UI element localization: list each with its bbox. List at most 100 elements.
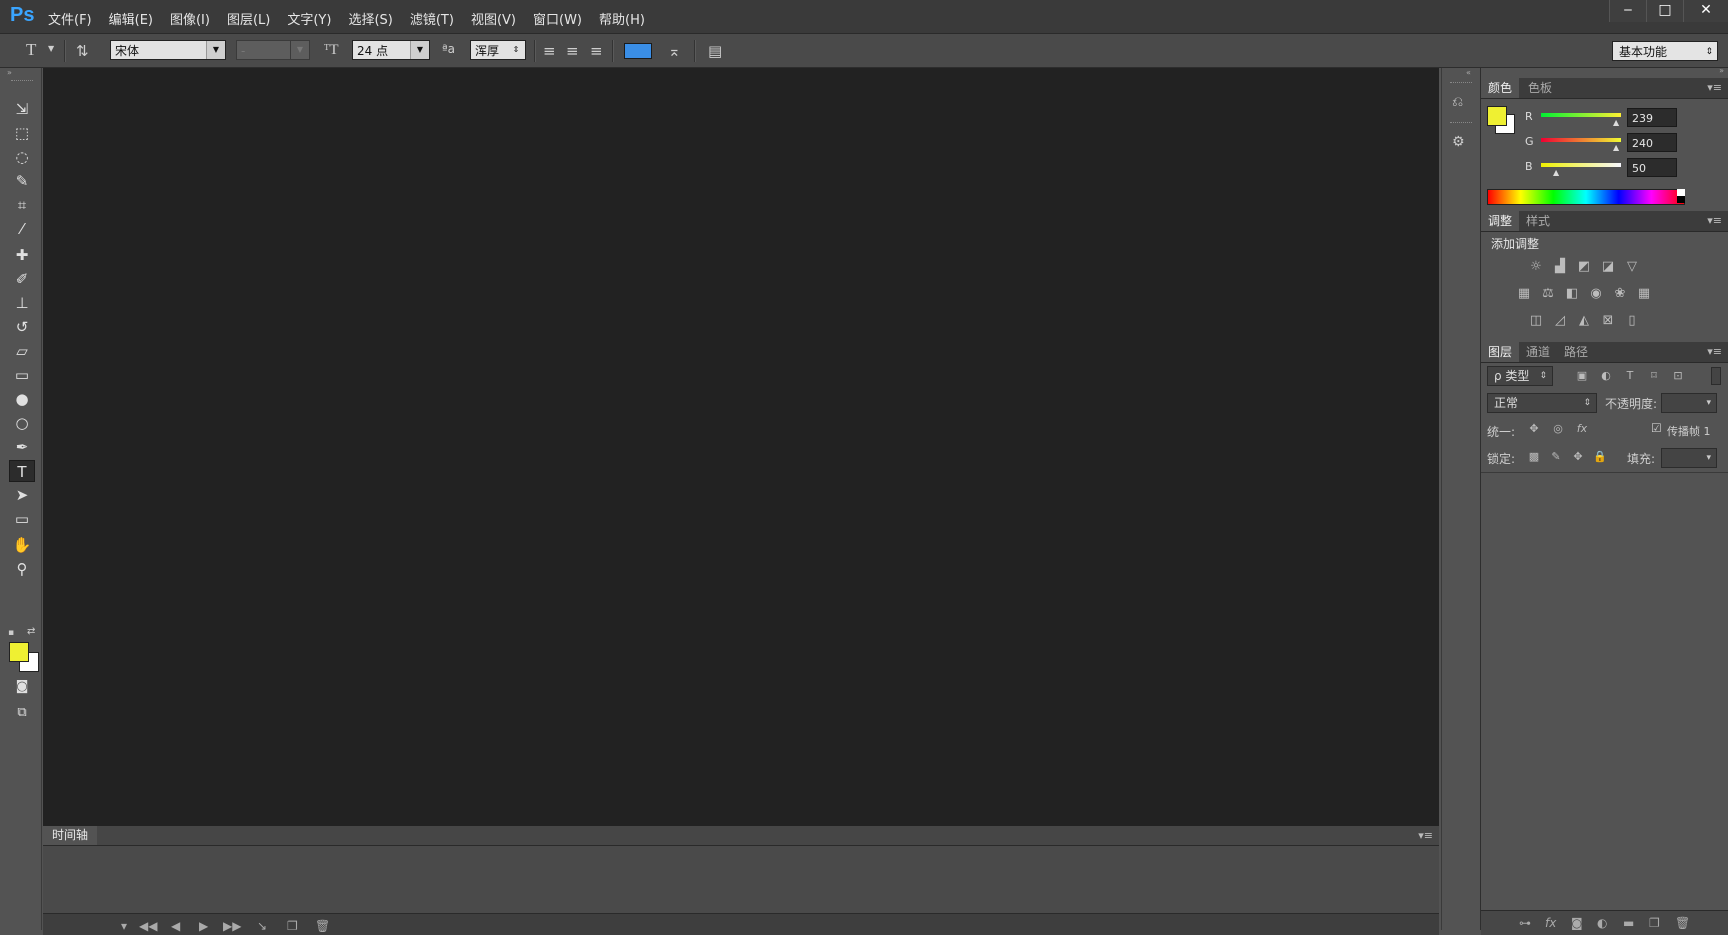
font-size-select[interactable]: 24 点 ▼ — [352, 40, 430, 60]
filter-toggle[interactable] — [1711, 367, 1721, 385]
lock-position-icon[interactable]: ✥ — [1569, 448, 1587, 466]
expand-toolbox-icon[interactable]: » — [7, 68, 12, 77]
align-left-icon[interactable]: ≡ — [543, 42, 556, 60]
propagate-checkbox[interactable]: ☑ — [1651, 421, 1662, 435]
tab-color[interactable]: 颜色 — [1481, 78, 1520, 98]
move-tool-icon[interactable]: ⇲ — [9, 98, 35, 120]
channel-mixer-icon[interactable]: ❀ — [1611, 285, 1629, 303]
lock-transparent-icon[interactable]: ▩ — [1525, 448, 1543, 466]
tab-adjustments[interactable]: 调整 — [1481, 211, 1520, 231]
layer-style-icon[interactable]: fx — [1545, 916, 1556, 930]
quick-mask-icon[interactable]: ◙ — [9, 676, 35, 698]
type-tool-preset-icon[interactable]: T — [26, 40, 36, 60]
gradient-tool-icon[interactable]: ▭ — [9, 364, 35, 386]
path-select-tool-icon[interactable]: ➤ — [9, 484, 35, 506]
blue-value[interactable]: 50 — [1627, 158, 1677, 177]
properties-panel-icon[interactable]: ⚙ — [1452, 134, 1465, 150]
menu-view[interactable]: 视图(V) — [471, 9, 516, 28]
screen-mode-icon[interactable]: ⧉ — [9, 702, 35, 724]
pen-tool-icon[interactable]: ✒ — [9, 436, 35, 458]
dodge-tool-icon[interactable]: ○ — [9, 412, 35, 434]
menu-edit[interactable]: 编辑(E) — [109, 9, 153, 28]
healing-brush-tool-icon[interactable]: ✚ — [9, 244, 35, 266]
slider-handle[interactable]: ▲ — [1613, 118, 1619, 127]
chevron-down-icon[interactable]: ▼ — [48, 44, 54, 53]
link-layers-icon[interactable]: ⊶ — [1519, 916, 1531, 930]
blur-tool-icon[interactable]: ● — [9, 388, 35, 410]
tween-icon[interactable]: ↘ — [257, 919, 267, 933]
filter-shape-icon[interactable]: ⌑ — [1645, 367, 1663, 385]
add-mask-icon[interactable]: ◙ — [1571, 916, 1583, 930]
zoom-tool-icon[interactable]: ⚲ — [9, 558, 35, 580]
unify-visibility-icon[interactable]: ◎ — [1549, 420, 1567, 438]
tab-styles[interactable]: 样式 — [1519, 211, 1557, 231]
character-panel-icon[interactable]: ▤ — [708, 42, 722, 60]
menu-file[interactable]: 文件(F) — [48, 9, 92, 28]
layer-filter-kind-select[interactable]: ρ 类型 ⇕ — [1487, 366, 1553, 386]
prev-frame-icon[interactable]: ◀ — [171, 919, 180, 933]
green-slider[interactable] — [1541, 138, 1621, 142]
stamp-tool-icon[interactable]: ⊥ — [9, 292, 35, 314]
panel-menu-icon[interactable]: ▾≡ — [1707, 214, 1722, 227]
gradient-map-icon[interactable]: ⊠ — [1599, 312, 1617, 330]
slider-handle[interactable]: ▲ — [1613, 143, 1619, 152]
threshold-icon[interactable]: ◭ — [1575, 312, 1593, 330]
tab-paths[interactable]: 路径 — [1557, 342, 1595, 362]
foreground-color-swatch[interactable] — [9, 642, 29, 662]
marquee-tool-icon[interactable]: ⬚ — [9, 122, 35, 144]
lock-image-icon[interactable]: ✎ — [1547, 448, 1565, 466]
color-lookup-icon[interactable]: ▦ — [1635, 285, 1653, 303]
tab-swatches[interactable]: 色板 — [1521, 78, 1559, 98]
text-color-swatch[interactable] — [624, 43, 652, 59]
green-value[interactable]: 240 — [1627, 133, 1677, 152]
panel-menu-icon[interactable]: ▾≡ — [1418, 829, 1433, 842]
eyedropper-tool-icon[interactable]: ⁄ — [9, 218, 35, 240]
black-white-icon[interactable]: ◧ — [1563, 285, 1581, 303]
layers-list[interactable] — [1481, 472, 1728, 911]
menu-help[interactable]: 帮助(H) — [599, 9, 645, 28]
delete-layer-icon[interactable]: 🗑 — [1675, 916, 1690, 930]
collapse-dock-icon[interactable]: « — [1466, 68, 1471, 77]
minimize-button[interactable]: ‒ — [1609, 0, 1646, 22]
filter-smart-object-icon[interactable]: ⊡ — [1669, 367, 1687, 385]
filter-type-icon[interactable]: T — [1621, 367, 1639, 385]
workspace-select[interactable]: 基本功能 ⇕ — [1612, 41, 1718, 61]
fill-input[interactable]: ▾ — [1661, 448, 1717, 468]
exposure-icon[interactable]: ◪ — [1599, 258, 1617, 276]
black-white-ramp[interactable] — [1677, 189, 1685, 203]
menu-type[interactable]: 文字(Y) — [287, 9, 331, 28]
default-colors-icon[interactable]: ▪ — [8, 628, 14, 638]
quick-select-tool-icon[interactable]: ✎ — [9, 170, 35, 192]
antialias-select[interactable]: 浑厚 ⇕ — [470, 40, 526, 60]
eraser-tool-icon[interactable]: ▱ — [9, 340, 35, 362]
panel-menu-icon[interactable]: ▾≡ — [1707, 81, 1722, 94]
filter-pixel-icon[interactable]: ▣ — [1573, 367, 1591, 385]
tab-layers[interactable]: 图层 — [1481, 342, 1520, 362]
red-slider[interactable] — [1541, 113, 1621, 117]
invert-icon[interactable]: ◫ — [1527, 312, 1545, 330]
lock-all-icon[interactable]: 🔒 — [1591, 448, 1609, 466]
curves-icon[interactable]: ◩ — [1575, 258, 1593, 276]
hand-tool-icon[interactable]: ✋ — [9, 534, 35, 556]
chevron-down-icon[interactable]: ▾ — [121, 919, 127, 933]
align-center-icon[interactable]: ≡ — [566, 42, 579, 60]
selective-color-icon[interactable]: ▯ — [1623, 312, 1641, 330]
blue-slider[interactable] — [1541, 163, 1621, 167]
shape-tool-icon[interactable]: ▭ — [9, 508, 35, 530]
menu-layer[interactable]: 图层(L) — [227, 9, 270, 28]
menu-image[interactable]: 图像(I) — [170, 9, 210, 28]
duplicate-frame-icon[interactable]: ❐ — [287, 919, 298, 933]
menu-filter[interactable]: 滤镜(T) — [410, 9, 454, 28]
color-spectrum[interactable] — [1487, 189, 1685, 205]
tab-timeline[interactable]: 时间轴 — [43, 826, 98, 845]
font-style-select[interactable]: - ▼ — [236, 40, 310, 60]
foreground-color-swatch[interactable] — [1487, 106, 1507, 126]
timeline-body[interactable] — [43, 846, 1439, 913]
blend-mode-select[interactable]: 正常 ⇕ — [1487, 393, 1597, 413]
opacity-input[interactable]: ▾ — [1661, 393, 1717, 413]
first-frame-icon[interactable]: ◀◀ — [139, 919, 157, 933]
filter-adjustment-icon[interactable]: ◐ — [1597, 367, 1615, 385]
grip-icon[interactable] — [1450, 122, 1472, 123]
swap-colors-icon[interactable]: ⇄ — [27, 626, 35, 637]
levels-icon[interactable]: ▟ — [1551, 258, 1569, 276]
